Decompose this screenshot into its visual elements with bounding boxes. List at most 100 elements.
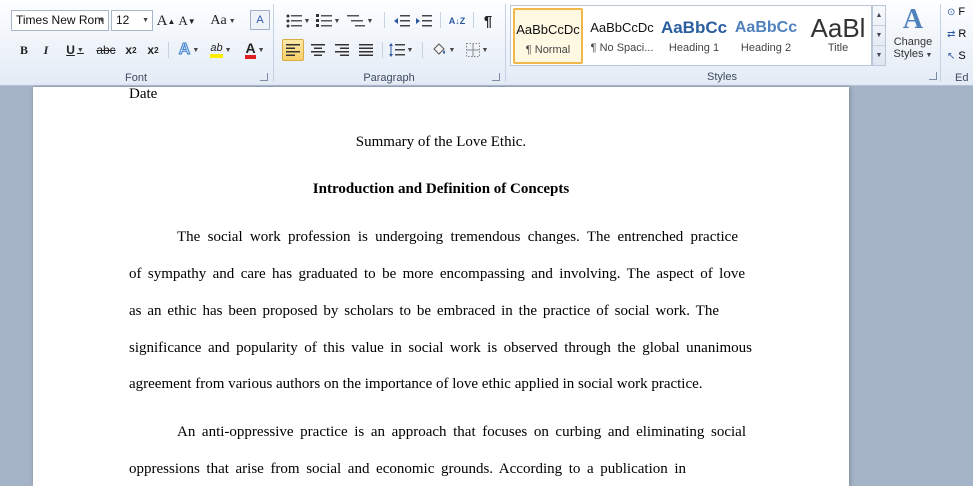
justify-icon bbox=[359, 44, 373, 56]
bold-button[interactable]: B bbox=[16, 40, 32, 60]
editing-group-label: Ed bbox=[955, 72, 969, 84]
numbering-button[interactable]: ▼ bbox=[314, 11, 342, 31]
font-color-button[interactable]: A ▼ bbox=[240, 40, 270, 60]
scroll-up-icon[interactable]: ▲ bbox=[873, 6, 885, 26]
bold-icon: B bbox=[19, 42, 28, 57]
increase-indent-icon bbox=[416, 15, 432, 27]
decrease-indent-button[interactable] bbox=[392, 11, 412, 31]
select-button[interactable]: ↖ S bbox=[947, 50, 966, 62]
grow-font-button[interactable]: A ▲ bbox=[157, 11, 176, 31]
subscript-icon: x bbox=[125, 43, 133, 57]
align-center-icon bbox=[311, 44, 325, 56]
chevron-down-icon[interactable]: ▼ bbox=[98, 17, 105, 24]
style-label: Heading 2 bbox=[740, 42, 792, 54]
style-preview: AaBbCc bbox=[734, 19, 798, 36]
borders-button[interactable]: ▼ bbox=[462, 40, 492, 60]
font-size-combo[interactable]: 12 ▼ bbox=[111, 10, 153, 31]
clear-formatting-button[interactable]: A bbox=[250, 10, 270, 30]
find-button[interactable]: ⊙ F bbox=[947, 6, 965, 18]
decrease-indent-icon bbox=[394, 15, 410, 27]
font-size-value: 12 bbox=[116, 13, 130, 27]
subscript-button[interactable]: x2 bbox=[122, 40, 140, 60]
increase-indent-button[interactable] bbox=[414, 11, 434, 31]
replace-label: R bbox=[958, 28, 967, 40]
paragraph-1-line: agreement from various authors on the im… bbox=[129, 376, 703, 392]
scroll-down-icon[interactable]: ▼ bbox=[873, 26, 885, 46]
ribbon: Times New Rom ▼ 12 ▼ A ▲ A ▼ Aa ▼ A B I U ▼ … bbox=[0, 0, 973, 86]
superscript-button[interactable]: x2 bbox=[144, 40, 162, 60]
highlight-button[interactable]: ab ▼ bbox=[206, 40, 236, 60]
replace-button[interactable]: ⇄ R bbox=[947, 28, 966, 40]
style-preview: AaBbCcDc bbox=[590, 20, 654, 35]
style-label: Title bbox=[827, 42, 849, 54]
underline-button[interactable]: U ▼ bbox=[60, 40, 90, 60]
align-left-button[interactable] bbox=[282, 39, 304, 61]
styles-gallery-scrollbar[interactable]: ▲ ▼ ▼ bbox=[872, 5, 886, 66]
sort-button[interactable]: A↓Z bbox=[446, 11, 468, 31]
style-preview: AaBbCcDc bbox=[516, 22, 580, 37]
font-dialog-launcher-icon[interactable] bbox=[260, 73, 268, 81]
styles-dialog-launcher-icon[interactable] bbox=[929, 72, 937, 80]
shading-button[interactable]: ▼ bbox=[428, 40, 458, 60]
strikethrough-icon: abc bbox=[96, 43, 116, 57]
replace-icon: ⇄ bbox=[947, 29, 956, 40]
align-right-icon bbox=[335, 44, 349, 56]
editing-group: ⊙ F ⇄ R ↖ S Ed bbox=[941, 0, 973, 86]
multilevel-list-icon bbox=[346, 15, 365, 27]
paragraph-1-line: significance and popularity of this valu… bbox=[129, 340, 752, 356]
cut-off-line: Date bbox=[129, 86, 158, 102]
line-spacing-button[interactable]: ▼ bbox=[387, 40, 415, 60]
justify-button[interactable] bbox=[355, 40, 377, 60]
subscript-mark: 2 bbox=[132, 45, 137, 55]
document-page[interactable]: Date Summary of the Love Ethic. Introduc… bbox=[33, 86, 849, 486]
italic-icon: I bbox=[43, 42, 49, 57]
numbering-icon bbox=[315, 14, 332, 27]
text-effects-button[interactable]: A ▼ bbox=[175, 40, 203, 60]
chevron-down-icon[interactable]: ▼ bbox=[142, 17, 149, 24]
sort-icon: A↓Z bbox=[448, 16, 466, 26]
font-group-label: Font bbox=[124, 72, 147, 84]
show-formatting-button[interactable]: ¶ bbox=[479, 11, 497, 31]
style-label: ¶ No Spaci... bbox=[590, 42, 654, 54]
style-label: Heading 1 bbox=[668, 42, 720, 54]
align-right-button[interactable] bbox=[331, 40, 353, 60]
borders-icon bbox=[465, 43, 480, 57]
shrink-font-button[interactable]: A ▼ bbox=[178, 11, 196, 31]
style-no-spacing[interactable]: AaBbCcDc ¶ No Spaci... bbox=[587, 8, 657, 64]
paragraph-1-line: of sympathy and care has graduated to be… bbox=[129, 266, 745, 282]
style-normal[interactable]: AaBbCcDc ¶ Normal bbox=[513, 8, 583, 64]
pilcrow-icon: ¶ bbox=[483, 12, 493, 30]
change-styles-icon: A bbox=[902, 4, 924, 35]
style-label: ¶ Normal bbox=[525, 44, 571, 56]
font-group: Times New Rom ▼ 12 ▼ A ▲ A ▼ Aa ▼ A B I U ▼ … bbox=[0, 0, 272, 86]
font-name-combo[interactable]: Times New Rom ▼ bbox=[11, 10, 109, 31]
style-heading-2[interactable]: AaBbCc Heading 2 bbox=[731, 8, 801, 64]
paragraph-dialog-launcher-icon[interactable] bbox=[492, 73, 500, 81]
align-center-button[interactable] bbox=[307, 40, 329, 60]
select-label: S bbox=[958, 50, 966, 62]
style-preview: AaBl bbox=[810, 13, 866, 42]
multilevel-list-button[interactable]: ▼ bbox=[345, 11, 375, 31]
binoculars-icon: ⊙ bbox=[947, 7, 956, 18]
cursor-icon: ↖ bbox=[947, 51, 956, 62]
change-case-button[interactable]: Aa ▼ bbox=[208, 11, 238, 31]
style-title[interactable]: AaBl Title bbox=[803, 8, 873, 64]
find-label: F bbox=[958, 6, 966, 18]
style-heading-1[interactable]: AaBbCc Heading 1 bbox=[659, 8, 729, 64]
strikethrough-button[interactable]: abc bbox=[94, 40, 118, 60]
clear-formatting-icon: A bbox=[256, 14, 264, 26]
paragraph-2-line: oppressions that arise from social and e… bbox=[129, 461, 686, 477]
font-name-value: Times New Rom bbox=[16, 13, 105, 27]
change-styles-button[interactable]: A Change Styles ▼ bbox=[890, 4, 936, 68]
italic-button[interactable]: I bbox=[38, 40, 54, 60]
more-styles-icon[interactable]: ▼ bbox=[873, 46, 885, 66]
change-styles-label-1: Change bbox=[893, 36, 933, 48]
bullets-button[interactable]: ▼ bbox=[284, 11, 312, 31]
superscript-mark: 2 bbox=[154, 45, 159, 55]
styles-group-label: Styles bbox=[707, 71, 737, 83]
change-case-label: Aa bbox=[210, 13, 227, 28]
paragraph-2-line: An anti-oppressive practice is an approa… bbox=[177, 424, 746, 440]
document-title: Summary of the Love Ethic. bbox=[355, 134, 527, 150]
bullets-icon bbox=[286, 14, 302, 28]
align-left-icon bbox=[286, 44, 300, 56]
